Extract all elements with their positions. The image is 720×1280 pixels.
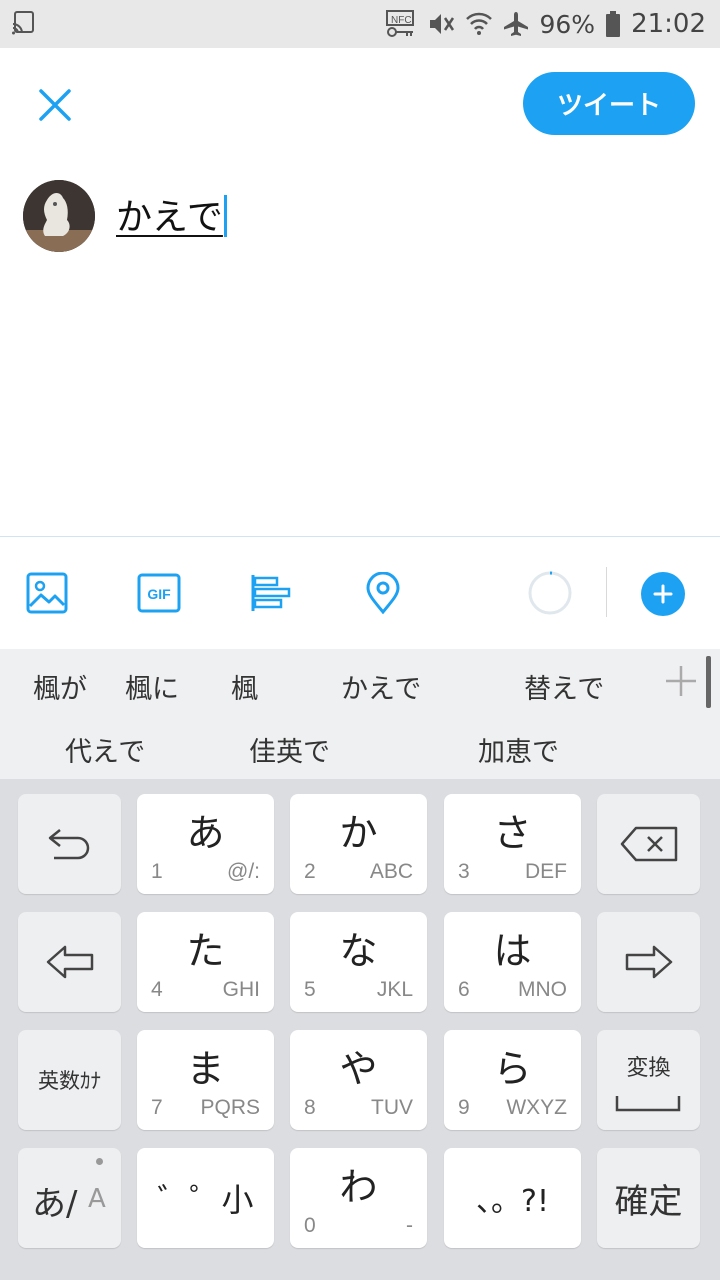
plus-icon [653, 584, 673, 604]
candidates-scrollbar[interactable] [706, 656, 711, 708]
key-ra[interactable]: ら 9 WXYZ [444, 1030, 581, 1130]
cursor-right-key[interactable] [597, 912, 700, 1012]
tweet-text-input[interactable]: かえで [116, 188, 227, 240]
status-bar: NFC 96% 21:02 [0, 0, 720, 48]
expand-candidates-icon[interactable] [663, 663, 699, 699]
candidate-item[interactable]: かえで [341, 667, 421, 706]
image-icon [26, 572, 68, 614]
input-mode-key[interactable]: あ/ A [18, 1148, 121, 1248]
key-a[interactable]: あ 1 @/: [137, 794, 274, 894]
candidate-item[interactable]: 佳英で [249, 730, 330, 769]
candidate-item[interactable]: 代えで [65, 730, 145, 769]
svg-text:GIF: GIF [147, 586, 171, 602]
key-ha[interactable]: は 6 MNO [444, 912, 581, 1012]
nfc-key-icon: NFC [386, 10, 415, 37]
text-cursor [223, 195, 227, 237]
key-na[interactable]: な 5 JKL [290, 912, 427, 1012]
henkan-key[interactable]: 変換 [597, 1030, 700, 1130]
composing-text: かえで [116, 197, 223, 238]
close-button[interactable] [30, 80, 80, 130]
space-icon [615, 1096, 681, 1112]
undo-key[interactable] [18, 794, 121, 894]
poll-icon [251, 575, 291, 611]
add-location-button[interactable] [361, 571, 405, 615]
toolbar-separator [606, 567, 607, 617]
gif-icon: GIF [137, 573, 181, 613]
eisu-kana-key[interactable]: 英数ｶﾅ [18, 1030, 121, 1130]
close-icon [39, 89, 71, 121]
avatar-image [23, 180, 95, 252]
key-sa[interactable]: さ 3 DEF [444, 794, 581, 894]
add-tweet-button[interactable] [641, 572, 685, 616]
compose-toolbar: GIF [0, 537, 720, 649]
svg-text:NFC: NFC [391, 15, 412, 26]
tweet-button[interactable]: ツイート [523, 72, 695, 135]
cursor-left-key[interactable] [18, 912, 121, 1012]
add-gif-button[interactable]: GIF [137, 571, 181, 615]
add-image-button[interactable] [25, 571, 69, 615]
key-ka[interactable]: か 2 ABC [290, 794, 427, 894]
battery-percent: 96% [539, 9, 596, 39]
backspace-key[interactable] [597, 794, 700, 894]
cast-icon [12, 11, 34, 35]
candidate-item[interactable]: 加恵で [478, 730, 559, 769]
key-wa[interactable]: わ0- [290, 1148, 427, 1248]
avatar[interactable] [23, 180, 95, 252]
mode-indicator-dot [96, 1158, 103, 1165]
vibrate-mute-icon [430, 14, 455, 34]
add-poll-button[interactable] [249, 571, 293, 615]
candidate-item[interactable]: 替えで [524, 667, 604, 706]
character-count-ring [528, 571, 572, 615]
backspace-icon [620, 826, 677, 862]
airplane-mode-icon [504, 12, 529, 36]
location-icon [366, 572, 400, 614]
punctuation-key[interactable]: 、。?! [444, 1148, 581, 1248]
clock: 21:02 [631, 9, 706, 39]
candidate-item[interactable]: 楓 [231, 667, 258, 706]
undo-icon [48, 829, 89, 860]
dakuten-small-key[interactable]: ゛゜小 [137, 1148, 274, 1248]
arrow-left-icon [46, 945, 93, 979]
candidate-item[interactable]: 楓が [33, 667, 87, 706]
key-ma[interactable]: ま 7 PQRS [137, 1030, 274, 1130]
candidate-item[interactable]: 楓に [125, 667, 179, 706]
key-ta[interactable]: た 4 GHI [137, 912, 274, 1012]
battery-icon [606, 11, 621, 37]
wifi-icon [466, 12, 493, 35]
key-ya[interactable]: や 8 TUV [290, 1030, 427, 1130]
arrow-right-icon [625, 945, 672, 979]
kakutei-key[interactable]: 確定 [597, 1148, 700, 1248]
